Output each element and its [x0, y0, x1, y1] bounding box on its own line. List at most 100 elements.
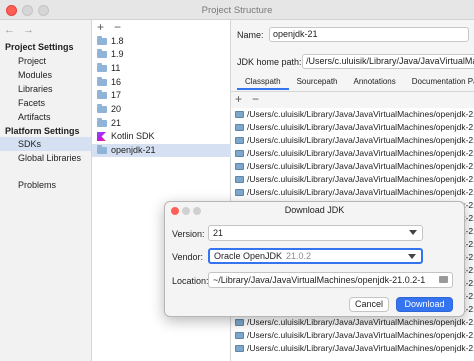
- project-settings-header: Project Settings: [5, 42, 74, 52]
- sdk-item[interactable]: 17: [92, 89, 231, 102]
- sdk-item[interactable]: Kotlin SDK: [92, 130, 231, 143]
- sdk-item-label: 1.8: [111, 36, 124, 46]
- sdk-item[interactable]: 20: [92, 103, 231, 116]
- settings-sidebar: ← → Project Settings Project Modules Lib…: [0, 20, 92, 361]
- folder-icon: [97, 36, 107, 45]
- path-label: /Users/c.uluisik/Library/Java/JavaVirtua…: [247, 343, 474, 353]
- remove-sdk-button[interactable]: −: [114, 20, 121, 34]
- list-item[interactable]: /Users/c.uluisik/Library/Java/JavaVirtua…: [235, 160, 474, 173]
- sdk-item[interactable]: 1.8: [92, 35, 231, 48]
- add-sdk-button[interactable]: +: [97, 20, 104, 34]
- sdk-item[interactable]: 21: [92, 117, 231, 130]
- path-label: /Users/c.uluisik/Library/Java/JavaVirtua…: [247, 109, 474, 119]
- path-label: /Users/c.uluisik/Library/Java/JavaVirtua…: [247, 135, 474, 145]
- chevron-down-icon: [408, 254, 416, 259]
- download-button[interactable]: Download: [396, 297, 453, 312]
- path-label: /Users/c.uluisik/Library/Java/JavaVirtua…: [247, 161, 474, 171]
- back-arrow-icon[interactable]: ←: [4, 24, 15, 36]
- sidebar-item-facets[interactable]: Facets: [0, 96, 91, 110]
- jar-icon: [235, 189, 244, 196]
- jdk-home-label: JDK home path:: [237, 57, 302, 67]
- sdk-item[interactable]: 1.9: [92, 48, 231, 61]
- nav-arrows: ← →: [4, 24, 34, 36]
- vendor-label: Vendor:: [172, 252, 204, 262]
- sidebar-item-sdks[interactable]: SDKs: [0, 137, 91, 151]
- list-item[interactable]: /Users/c.uluisik/Library/Java/JavaVirtua…: [235, 173, 474, 186]
- remove-path-button[interactable]: −: [252, 92, 259, 106]
- jar-icon: [235, 345, 244, 352]
- jar-icon: [235, 332, 244, 339]
- path-label: /Users/c.uluisik/Library/Java/JavaVirtua…: [247, 330, 474, 340]
- location-value: ~/Library/Java/JavaVirtualMachines/openj…: [213, 275, 426, 285]
- sdk-item-label: 11: [111, 63, 121, 73]
- cancel-button[interactable]: Cancel: [349, 297, 389, 312]
- list-item[interactable]: /Users/c.uluisik/Library/Java/JavaVirtua…: [235, 121, 474, 134]
- add-path-button[interactable]: +: [235, 92, 242, 106]
- jar-icon: [235, 319, 244, 326]
- sidebar-item-artifacts[interactable]: Artifacts: [0, 110, 91, 124]
- name-label: Name:: [237, 30, 264, 40]
- folder-icon: [97, 104, 107, 113]
- window-titlebar: Project Structure: [0, 0, 474, 20]
- vendor-select[interactable]: Oracle OpenJDK 21.0.2: [208, 248, 423, 264]
- sdk-item-label: openjdk-21: [111, 145, 156, 155]
- jdk-home-path-input[interactable]: /Users/c.uluisik/Library/Java/JavaVirtua…: [302, 54, 474, 69]
- tab-annotations[interactable]: Annotations: [346, 74, 404, 90]
- path-label: /Users/c.uluisik/Library/Java/JavaVirtua…: [247, 148, 474, 158]
- sdk-item[interactable]: 16: [92, 76, 231, 89]
- sidebar-item-project[interactable]: Project: [0, 54, 91, 68]
- version-label: Version:: [172, 229, 205, 239]
- tabs-divider: [231, 91, 474, 92]
- tab-documentation-paths[interactable]: Documentation Paths: [404, 74, 474, 90]
- jar-icon: [235, 124, 244, 131]
- list-item[interactable]: /Users/c.uluisik/Library/Java/JavaVirtua…: [235, 147, 474, 160]
- sdk-item[interactable]: 11: [92, 62, 231, 75]
- dialog-title: Download JDK: [284, 205, 345, 215]
- sidebar-item-modules[interactable]: Modules: [0, 68, 91, 82]
- folder-icon: [97, 90, 107, 99]
- classpath-toolbar: + −: [235, 92, 259, 106]
- sdk-name-input[interactable]: openjdk-21: [269, 27, 469, 42]
- folder-icon: [97, 63, 107, 72]
- list-item[interactable]: /Users/c.uluisik/Library/Java/JavaVirtua…: [235, 342, 474, 355]
- path-label: /Users/c.uluisik/Library/Java/JavaVirtua…: [247, 174, 474, 184]
- sdk-item-label: 16: [111, 77, 122, 87]
- sidebar-item-problems[interactable]: Problems: [0, 178, 91, 192]
- version-select[interactable]: 21: [208, 225, 423, 241]
- vendor-value: Oracle OpenJDK: [214, 251, 283, 261]
- kotlin-logo-icon: [97, 132, 106, 141]
- path-label: /Users/c.uluisik/Library/Java/JavaVirtua…: [247, 187, 474, 197]
- sidebar-item-global-libraries[interactable]: Global Libraries: [0, 151, 91, 165]
- vendor-version: 21.0.2: [286, 251, 312, 261]
- platform-settings-header: Platform Settings: [5, 126, 80, 136]
- list-item[interactable]: /Users/c.uluisik/Library/Java/JavaVirtua…: [235, 329, 474, 342]
- list-item[interactable]: /Users/c.uluisik/Library/Java/JavaVirtua…: [235, 134, 474, 147]
- sidebar-item-libraries[interactable]: Libraries: [0, 82, 91, 96]
- chevron-down-icon: [409, 230, 417, 235]
- version-value: 21: [213, 228, 224, 238]
- jar-icon: [235, 111, 244, 118]
- sdk-list-toolbar: + −: [97, 20, 121, 34]
- jar-icon: [235, 150, 244, 157]
- sdk-item-label: 21: [111, 118, 122, 128]
- tab-classpath[interactable]: Classpath: [237, 74, 289, 90]
- sdk-item-label: Kotlin SDK: [111, 131, 155, 141]
- sdk-item-label: 20: [111, 104, 122, 114]
- list-item[interactable]: /Users/c.uluisik/Library/Java/JavaVirtua…: [235, 316, 474, 329]
- tab-sourcepath[interactable]: Sourcepath: [289, 74, 346, 90]
- path-label: /Users/c.uluisik/Library/Java/JavaVirtua…: [247, 317, 474, 327]
- forward-arrow-icon[interactable]: →: [23, 24, 34, 36]
- folder-icon: [97, 145, 107, 154]
- folder-icon: [97, 49, 107, 58]
- location-input[interactable]: ~/Library/Java/JavaVirtualMachines/openj…: [208, 272, 453, 288]
- list-item[interactable]: /Users/c.uluisik/Library/Java/JavaVirtua…: [235, 186, 474, 199]
- list-item[interactable]: /Users/c.uluisik/Library/Java/JavaVirtua…: [235, 108, 474, 121]
- jar-icon: [235, 163, 244, 170]
- folder-browse-icon[interactable]: [439, 276, 448, 283]
- sdk-item-label: 1.9: [111, 49, 124, 59]
- sdk-item-selected[interactable]: openjdk-21: [92, 144, 231, 157]
- download-jdk-dialog: Download JDK Version: 21 Vendor: Oracle …: [164, 201, 465, 317]
- sdk-item-label: 17: [111, 90, 122, 100]
- jar-icon: [235, 137, 244, 144]
- path-label: /Users/c.uluisik/Library/Java/JavaVirtua…: [247, 122, 474, 132]
